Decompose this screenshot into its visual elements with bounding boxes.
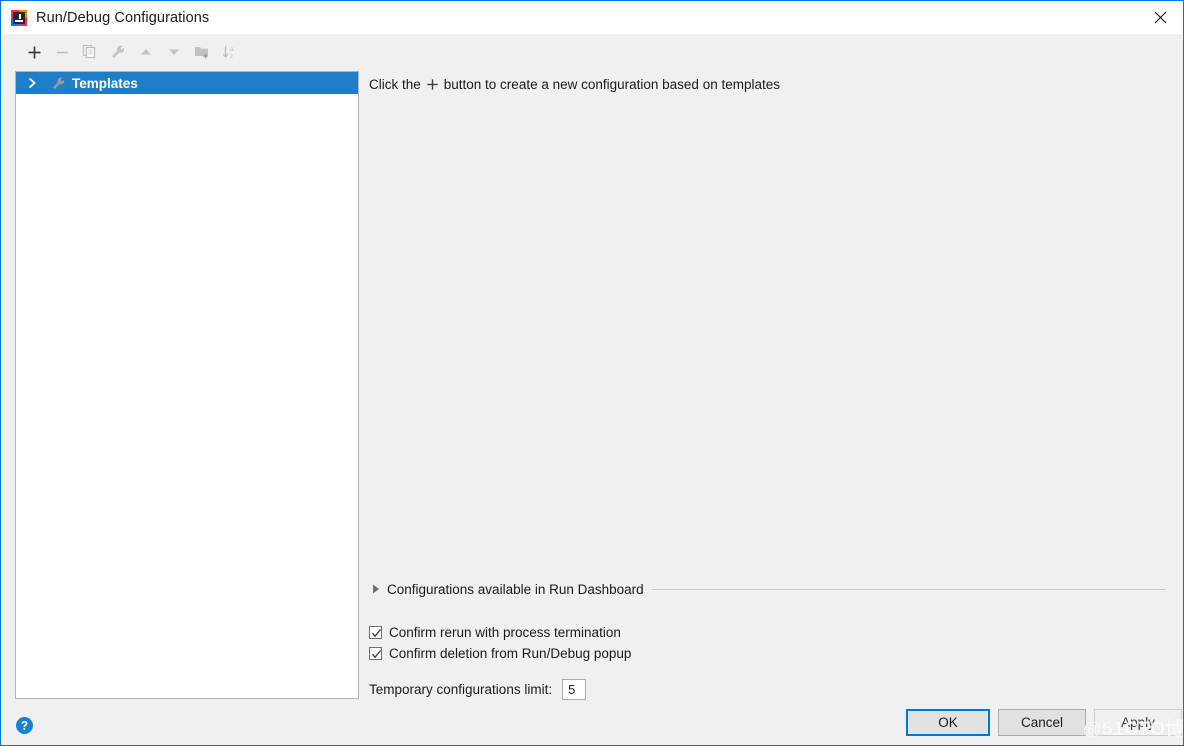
checkbox-box[interactable]	[369, 647, 382, 660]
window-title: Run/Debug Configurations	[36, 9, 210, 26]
confirm-rerun-checkbox[interactable]: Confirm rerun with process termination	[369, 625, 621, 640]
intellij-idea-icon	[11, 9, 27, 26]
plus-icon	[426, 78, 439, 91]
title-bar: Run/Debug Configurations	[1, 1, 1183, 34]
svg-text:a: a	[230, 46, 234, 53]
copy-configuration-button	[76, 39, 104, 65]
sort-alpha-icon: a z	[222, 46, 234, 60]
ok-button[interactable]: OK	[906, 709, 990, 736]
checkbox-box[interactable]	[369, 626, 382, 639]
cancel-button[interactable]: Cancel	[998, 709, 1086, 736]
arrow-down-icon	[169, 49, 179, 55]
checkbox-label: Confirm rerun with process termination	[389, 625, 621, 640]
minus-icon	[56, 51, 68, 53]
move-up-button	[132, 39, 160, 65]
configurations-toolbar: a z	[2, 34, 1183, 70]
create-folder-button	[188, 39, 216, 65]
wrench-icon	[50, 75, 66, 91]
configuration-detail-panel: Click the button to create a new configu…	[363, 71, 1181, 700]
configurations-tree-panel[interactable]: Templates	[15, 71, 359, 699]
chevron-right-icon[interactable]	[24, 75, 40, 91]
check-icon	[371, 629, 382, 638]
hint-suffix: button to create a new configuration bas…	[443, 77, 780, 92]
sort-configurations-button: a z	[216, 39, 244, 65]
folder-add-icon	[195, 47, 208, 59]
tree-item-label: Templates	[72, 75, 138, 91]
plus-icon	[28, 46, 40, 58]
add-configuration-button[interactable]	[20, 39, 48, 65]
dialog-footer: ? OK Cancel Apply	[2, 700, 1183, 745]
empty-state-hint: Click the button to create a new configu…	[369, 77, 780, 92]
section-divider	[651, 588, 1165, 590]
run-dashboard-section-title: Configurations available in Run Dashboar…	[387, 581, 644, 597]
temporary-limit-input[interactable]	[562, 679, 587, 700]
remove-configuration-button	[48, 39, 76, 65]
edit-templates-button	[104, 39, 132, 65]
dialog-buttons: OK Cancel Apply	[906, 709, 1182, 736]
close-icon[interactable]	[1137, 1, 1183, 33]
copy-icon	[82, 44, 96, 59]
help-question-icon[interactable]: ?	[16, 717, 33, 734]
tree-item-templates[interactable]: Templates	[16, 72, 358, 94]
hint-prefix: Click the	[369, 77, 421, 92]
temporary-limit-label: Temporary configurations limit:	[369, 682, 553, 697]
confirm-deletion-checkbox[interactable]: Confirm deletion from Run/Debug popup	[369, 646, 631, 661]
triangle-right-icon[interactable]	[369, 582, 383, 596]
arrow-up-icon	[141, 49, 151, 55]
svg-text:?: ?	[21, 721, 28, 733]
svg-text:z: z	[230, 53, 233, 60]
temporary-configurations-limit-row: Temporary configurations limit:	[369, 679, 587, 700]
wrench-icon	[112, 45, 125, 58]
run-dashboard-section-header[interactable]: Configurations available in Run Dashboar…	[369, 580, 1175, 598]
move-down-button	[160, 39, 188, 65]
apply-button[interactable]: Apply	[1094, 709, 1182, 736]
run-debug-configurations-dialog: Run/Debug Configurations a z Templates C…	[0, 0, 1184, 746]
check-icon	[371, 650, 382, 659]
checkbox-label: Confirm deletion from Run/Debug popup	[389, 646, 632, 661]
